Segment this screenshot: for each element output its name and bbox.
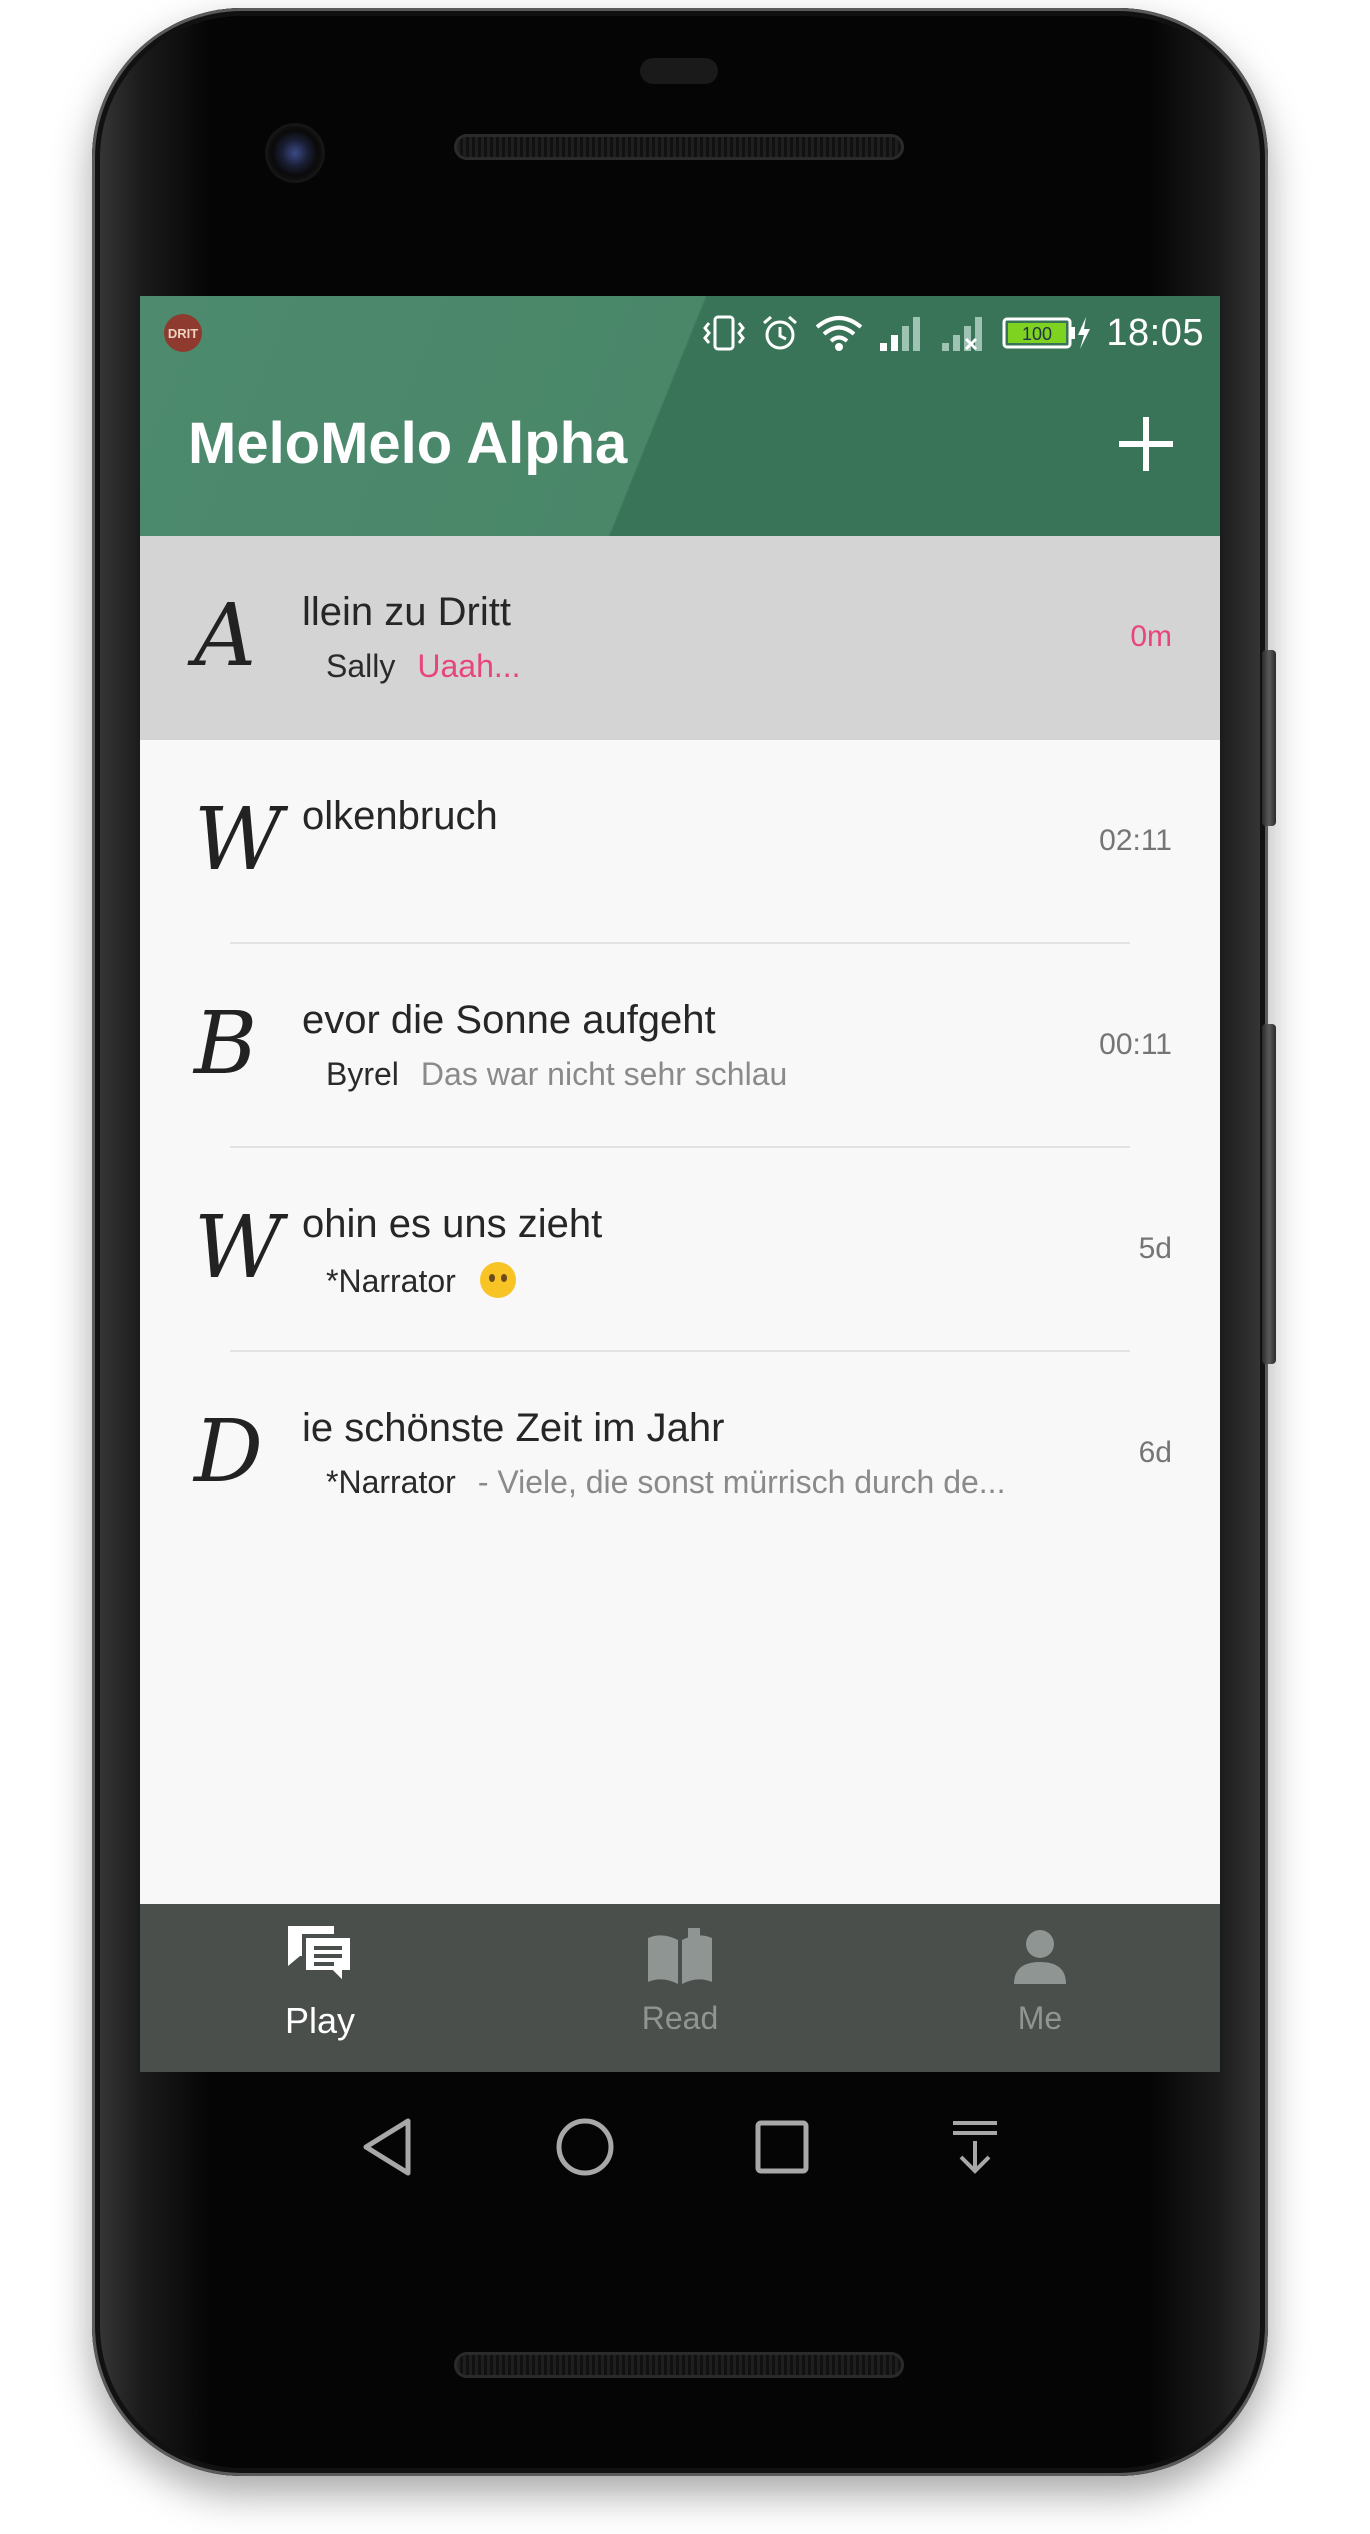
notification-app-icon: DRIT xyxy=(164,314,202,352)
conversation-title: llein zu Dritt xyxy=(302,590,511,634)
book-icon xyxy=(648,1928,712,1984)
notification-pulldown-icon[interactable] xyxy=(947,2117,1003,2177)
conversation-title: ie schönste Zeit im Jahr xyxy=(302,1406,725,1450)
conversation-row[interactable]: W olkenbruch 02:11 xyxy=(140,740,1220,944)
back-icon[interactable] xyxy=(358,2115,418,2179)
speaker-name: Byrel xyxy=(326,1056,399,1092)
message-preview: Uaah... xyxy=(417,648,521,684)
speaker-name: *Narrator xyxy=(326,1464,456,1500)
person-icon xyxy=(1014,1930,1066,1984)
nav-label-read: Read xyxy=(641,2000,719,2036)
drop-cap-initial: D xyxy=(194,1402,263,1502)
drop-cap-initial: A xyxy=(194,586,257,686)
cell-signal-no-data-icon xyxy=(942,317,983,351)
conversation-time: 0m xyxy=(1130,620,1172,653)
home-icon[interactable] xyxy=(553,2115,617,2179)
nav-label-me: Me xyxy=(1017,2000,1063,2036)
conversation-list: A llein zu Dritt Sally Uaah... 0m W olken… xyxy=(140,536,1220,1556)
svg-text:100: 100 xyxy=(1022,324,1052,344)
app-bar: DRIT 100 18:05 MeloMelo Alpha xyxy=(140,296,1220,536)
conversation-subtitle: Byrel Das war nicht sehr schlau xyxy=(326,1056,787,1093)
top-sensor-slot xyxy=(640,58,718,84)
drop-cap-initial: B xyxy=(194,994,258,1094)
status-icons: 100 18:05 xyxy=(702,308,1204,358)
conversation-time: 5d xyxy=(1138,1232,1172,1265)
alarm-icon xyxy=(763,315,798,350)
status-bar: DRIT 100 18:05 xyxy=(140,296,1220,370)
earpiece-speaker xyxy=(454,134,904,160)
speaker-name: Sally xyxy=(326,648,396,684)
speaker-name: *Narrator xyxy=(326,1263,456,1299)
power-button xyxy=(1262,650,1276,826)
message-preview: - Viele, die sonst mürrisch durch de... xyxy=(477,1464,1006,1500)
drop-cap-initial: W xyxy=(194,1198,283,1298)
conversation-title: olkenbruch xyxy=(302,794,498,838)
conversation-time: 02:11 xyxy=(1099,824,1172,857)
bottom-navigation: Play Read Me xyxy=(140,1904,1220,2072)
system-navigation-bar xyxy=(140,2072,1220,2222)
plus-icon[interactable] xyxy=(1116,414,1176,474)
bottom-speaker xyxy=(454,2352,904,2378)
conversation-time: 00:11 xyxy=(1099,1028,1172,1061)
conversation-row[interactable]: W ohin es uns zieht *Narrator 5d xyxy=(140,1148,1220,1352)
conversation-title: ohin es uns zieht xyxy=(302,1202,603,1246)
conversation-title: evor die Sonne aufgeht xyxy=(302,998,716,1042)
nav-tab-me[interactable]: Me xyxy=(860,1904,1220,2072)
app-title: MeloMelo Alpha xyxy=(188,411,628,476)
vibrate-icon xyxy=(703,315,746,351)
battery-icon: 100 xyxy=(1002,317,1091,349)
conversation-subtitle: *Narrator xyxy=(326,1260,518,1300)
no-mouth-face-emoji xyxy=(479,1262,516,1298)
volume-rocker xyxy=(1262,1024,1276,1364)
status-clock: 18:05 xyxy=(1106,311,1204,354)
conversation-subtitle: Sally Uaah... xyxy=(326,648,521,685)
nav-label-play: Play xyxy=(284,2000,356,2041)
conversation-subtitle: *Narrator - Viele, die sonst mürrisch dur… xyxy=(326,1464,1005,1501)
recents-icon[interactable] xyxy=(752,2117,812,2177)
message-preview: Das war nicht sehr schlau xyxy=(420,1056,788,1092)
conversation-row[interactable]: D ie schönste Zeit im Jahr *Narrator - Vi… xyxy=(140,1352,1220,1556)
wifi-icon xyxy=(816,316,863,351)
conversation-row[interactable]: B evor die Sonne aufgeht Byrel Das war ni… xyxy=(140,944,1220,1148)
nav-tab-read[interactable]: Read xyxy=(500,1904,860,2072)
nav-tab-play[interactable]: Play xyxy=(140,1904,500,2072)
drop-cap-initial: W xyxy=(194,790,283,890)
conversation-row[interactable]: A llein zu Dritt Sally Uaah... 0m xyxy=(140,536,1220,740)
cell-signal-icon xyxy=(880,317,921,351)
front-camera xyxy=(268,126,322,180)
chat-bubbles-icon xyxy=(288,1926,354,1989)
conversation-time: 6d xyxy=(1138,1436,1172,1469)
phone-screen: DRIT 100 18:05 MeloMelo Alpha A llein zu… xyxy=(140,296,1220,2072)
